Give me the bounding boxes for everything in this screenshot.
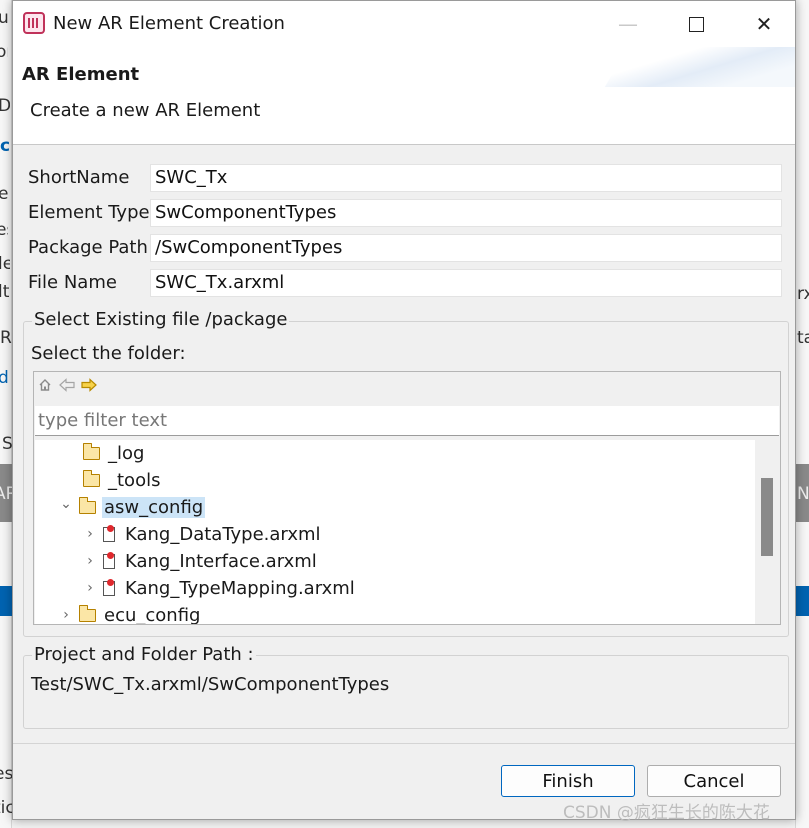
close-button[interactable]: ✕ [729, 1, 795, 47]
project-folder-path-value: Test/SWC_Tx.arxml/SwComponentTypes [31, 674, 390, 695]
button-separator [13, 743, 795, 744]
file-name-label: File Name [28, 272, 117, 293]
maximize-button[interactable] [661, 1, 731, 47]
banner-graphic [604, 47, 795, 87]
element-type-label: Element Type [28, 202, 150, 223]
background-text: Di [0, 96, 10, 116]
background-text: ta [797, 328, 809, 348]
tree-item-kang-typemapping[interactable]: › Kang_TypeMapping.arxml [83, 575, 357, 601]
background-text: es [0, 764, 12, 784]
arxml-file-icon [103, 578, 115, 596]
wizard-header: AR Element Create a new AR Element [13, 47, 795, 145]
title-bar[interactable]: New AR Element Creation — ✕ [13, 1, 795, 47]
shortname-label: ShortName [28, 167, 130, 188]
chevron-right-icon[interactable]: › [83, 553, 97, 569]
background-text: or [0, 42, 8, 62]
background-text: AR [0, 484, 12, 504]
chevron-right-icon[interactable]: › [59, 607, 73, 623]
arxml-file-icon [103, 524, 115, 542]
folder-open-icon [78, 496, 96, 514]
arxml-file-icon [103, 551, 115, 569]
watermark: CSDN @疯狂生长的陈大花 [563, 803, 770, 823]
folder-open-icon [82, 469, 100, 487]
section-title: AR Element [22, 64, 140, 85]
folder-tree: _log _tools ⌄ asw_config › Kang_DataType… [35, 440, 755, 624]
app-icon [23, 12, 45, 34]
tree-item-kang-interface[interactable]: › Kang_Interface.arxml [83, 548, 319, 574]
select-folder-label: Select the folder: [31, 343, 186, 364]
background-text: N [797, 484, 809, 504]
background-text: tic [0, 798, 12, 818]
cancel-button[interactable]: Cancel [647, 765, 781, 797]
tree-item-kang-datatype[interactable]: › Kang_DataType.arxml [83, 521, 323, 547]
background-right-strip [795, 0, 809, 828]
tree-scrollbar[interactable] [755, 440, 779, 624]
background-text: lt [0, 282, 10, 302]
background-text: d [0, 368, 9, 388]
tree-item-label: ecu_config [104, 604, 201, 625]
forward-arrow-icon[interactable] [80, 376, 98, 394]
finish-button[interactable]: Finish [501, 765, 635, 797]
tree-item-log[interactable]: _log [82, 440, 146, 466]
tree-item-tools[interactable]: _tools [82, 467, 162, 493]
tree-item-label: Kang_TypeMapping.arxml [125, 577, 355, 599]
element-type-field[interactable]: SwComponentTypes [150, 199, 782, 227]
background-selection-band [0, 586, 12, 616]
home-icon[interactable] [36, 376, 54, 394]
background-text: es [0, 220, 8, 240]
tree-item-label: Kang_DataType.arxml [125, 523, 321, 545]
chevron-right-icon[interactable]: › [83, 580, 97, 596]
scrollbar-thumb[interactable] [761, 478, 773, 556]
new-ar-element-dialog: New AR Element Creation — ✕ AR Element C… [12, 0, 796, 820]
shortname-field[interactable]: SWC_Tx [150, 164, 782, 192]
package-path-label: Package Path [28, 237, 148, 258]
window-title: New AR Element Creation [53, 13, 285, 34]
background-text: le [0, 254, 10, 274]
chevron-down-icon[interactable]: ⌄ [59, 496, 73, 512]
minimize-button[interactable]: — [593, 1, 663, 47]
background-selection-band [795, 586, 809, 616]
background-text: rx [797, 284, 809, 304]
background-text: e [0, 184, 9, 204]
background-text: S [2, 434, 12, 454]
tree-item-label: _log [108, 442, 145, 464]
folder-open-icon [78, 604, 96, 622]
folder-open-icon [82, 442, 100, 460]
background-text: R [0, 328, 12, 348]
tree-item-label: asw_config [102, 496, 206, 518]
chevron-right-icon[interactable]: › [83, 526, 97, 542]
select-existing-legend: Select Existing file /package [32, 309, 290, 330]
maximize-icon [688, 16, 704, 32]
back-arrow-icon[interactable] [58, 376, 76, 394]
filter-input[interactable] [35, 406, 779, 436]
tree-item-label: Kang_Interface.arxml [125, 550, 317, 572]
tree-item-asw-config[interactable]: ⌄ asw_config [59, 494, 206, 520]
project-folder-path-legend: Project and Folder Path : [32, 644, 256, 665]
package-path-field[interactable]: /SwComponentTypes [150, 234, 782, 262]
file-name-field[interactable]: SWC_Tx.arxml [150, 269, 782, 297]
background-text: c [0, 136, 11, 156]
section-description: Create a new AR Element [30, 100, 261, 121]
tree-item-ecu-config[interactable]: › ecu_config [59, 602, 202, 624]
tree-item-label: _tools [108, 469, 161, 491]
background-left-strip [0, 0, 12, 828]
background-text: u [0, 8, 9, 28]
